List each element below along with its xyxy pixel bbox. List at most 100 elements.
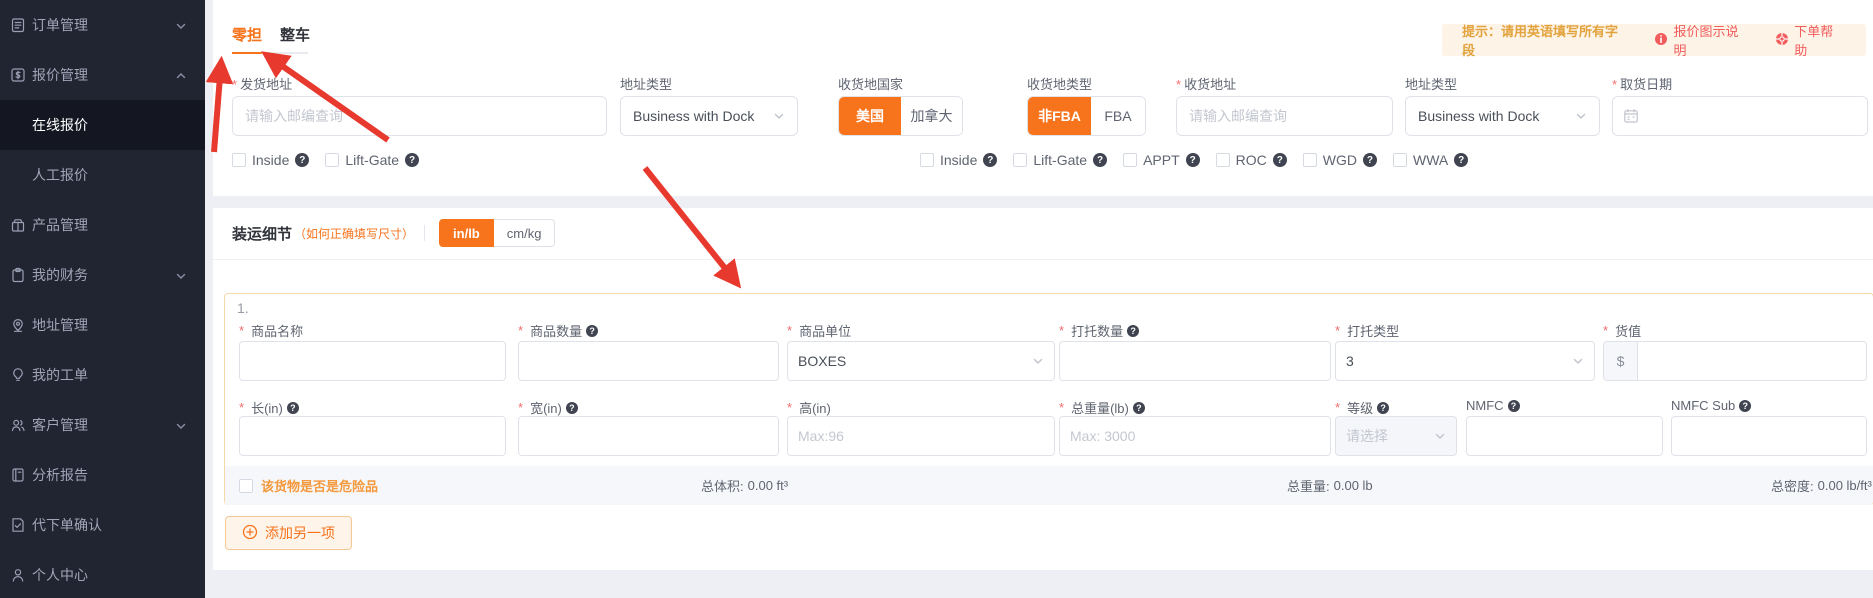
sidebar-item-label: 报价管理 (32, 65, 88, 85)
item-summary-bar: 该货物是否是危险品 总体积:0.00 ft³ 总重量:0.00 lb 总密度:0… (225, 466, 1873, 505)
chevron-down-icon (773, 110, 785, 122)
help-icon[interactable] (287, 402, 299, 414)
tab-ltl[interactable]: 零担 (232, 24, 262, 45)
help-icon[interactable] (1363, 153, 1377, 167)
sidebar-item-customers[interactable]: 客户管理 (0, 400, 205, 450)
sidebar-item-reports[interactable]: 分析报告 (0, 450, 205, 500)
sidebar-item-label: 我的工单 (32, 365, 88, 385)
liftgate-checkbox[interactable] (1013, 153, 1027, 167)
order-help-label: 下单帮助 (1794, 21, 1846, 59)
length-input[interactable] (239, 416, 506, 456)
unit-metric-button[interactable]: cm/kg (494, 219, 556, 247)
hazard-checkbox[interactable] (239, 479, 253, 493)
height-input[interactable] (787, 416, 1055, 456)
width-input[interactable] (518, 416, 779, 456)
help-icon[interactable] (1739, 400, 1751, 412)
wwa-label: WWA (1413, 152, 1448, 168)
sidebar-item-label: 订单管理 (32, 15, 88, 35)
item-qty-input[interactable] (518, 341, 779, 381)
nmfc-sub-label: NMFC Sub (1671, 398, 1751, 413)
non-fba-button[interactable]: 非FBA (1028, 97, 1091, 135)
class-select[interactable]: 请选择 (1335, 416, 1457, 456)
sidebar-item-quotes[interactable]: 报价管理 (0, 50, 205, 100)
origin-inside-option: Inside (232, 152, 309, 168)
help-icon[interactable] (405, 153, 419, 167)
pallet-qty-input[interactable] (1059, 341, 1331, 381)
sidebar-item-label: 分析报告 (32, 465, 88, 485)
chevron-down-icon (175, 269, 187, 285)
wgd-checkbox[interactable] (1303, 153, 1317, 167)
help-icon[interactable] (1508, 400, 1520, 412)
tab-active-underline (232, 52, 262, 54)
dest-wwa-option: WWA (1393, 152, 1468, 168)
help-icon[interactable] (1377, 402, 1389, 414)
help-icon[interactable] (1454, 153, 1468, 167)
nmfc-input[interactable] (1466, 416, 1663, 456)
sidebar-item-finance[interactable]: 我的财务 (0, 250, 205, 300)
help-icon[interactable] (1186, 153, 1200, 167)
origin-type-label: 地址类型 (620, 74, 672, 93)
country-ca-button[interactable]: 加拿大 (901, 97, 962, 135)
pickup-date-label: 取货日期 (1612, 74, 1672, 93)
tab-ftl[interactable]: 整车 (280, 24, 310, 45)
document-check-icon (10, 517, 26, 533)
unit-imperial-button[interactable]: in/lb (439, 219, 494, 247)
sidebar-item-orders[interactable]: 订单管理 (0, 0, 205, 50)
shipment-title: 装运细节 (232, 223, 292, 244)
add-item-label: 添加另一项 (265, 523, 335, 543)
item-number: 1. (237, 300, 249, 316)
help-icon[interactable] (983, 153, 997, 167)
item-unit-select[interactable]: BOXES (787, 341, 1055, 381)
appt-checkbox[interactable] (1123, 153, 1137, 167)
sidebar-item-manual-quote[interactable]: 人工报价 (0, 150, 205, 200)
inside-checkbox[interactable] (920, 153, 934, 167)
help-icon[interactable] (1127, 325, 1139, 337)
sidebar-item-addresses[interactable]: 地址管理 (0, 300, 205, 350)
dest-type-select[interactable]: Business with Dock (1405, 96, 1600, 136)
chevron-down-icon (175, 419, 187, 435)
fba-button[interactable]: FBA (1091, 97, 1145, 135)
sidebar-item-products[interactable]: 产品管理 (0, 200, 205, 250)
length-label: 长(in) (239, 398, 299, 417)
roc-checkbox[interactable] (1216, 153, 1230, 167)
cargo-value-input[interactable] (1638, 342, 1866, 380)
origin-type-select[interactable]: Business with Dock (620, 96, 798, 136)
wwa-checkbox[interactable] (1393, 153, 1407, 167)
quote-legend-link[interactable]: 报价图示说明 (1654, 21, 1751, 59)
currency-prefix: $ (1604, 342, 1638, 380)
help-icon[interactable] (1273, 153, 1287, 167)
total-density: 总密度:0.00 lb/ft³ (1771, 466, 1872, 505)
dest-kind-label: 收货地类型 (1027, 74, 1092, 93)
sidebar-item-tickets[interactable]: 我的工单 (0, 350, 205, 400)
sidebar-item-order-confirm[interactable]: 代下单确认 (0, 500, 205, 550)
pickup-date-input[interactable] (1612, 96, 1868, 136)
sidebar-item-profile[interactable]: 个人中心 (0, 550, 205, 598)
item-name-input[interactable] (239, 341, 506, 381)
liftgate-checkbox[interactable] (325, 153, 339, 167)
weight-input[interactable] (1059, 416, 1331, 456)
add-item-button[interactable]: 添加另一项 (225, 516, 352, 550)
order-help-link[interactable]: 下单帮助 (1775, 21, 1846, 59)
chevron-down-icon (1572, 355, 1584, 367)
dest-roc-option: ROC (1216, 152, 1287, 168)
map-pin-icon (10, 317, 26, 333)
origin-address-input[interactable] (232, 96, 607, 136)
cargo-value-field: $ (1603, 341, 1867, 381)
cargo-item-card: 1. 商品名称 商品数量 商品单位 打托数量 打托类型 货值 BOXES 3 $ (224, 293, 1873, 505)
inside-checkbox[interactable] (232, 153, 246, 167)
sidebar-item-online-quote[interactable]: 在线报价 (0, 100, 205, 150)
dest-address-input[interactable] (1176, 96, 1393, 136)
help-icon[interactable] (586, 325, 598, 337)
pallet-type-select[interactable]: 3 (1335, 341, 1595, 381)
help-icon[interactable] (295, 153, 309, 167)
size-help-link[interactable]: （如何正确填写尺寸） (294, 225, 414, 242)
help-icon[interactable] (566, 402, 578, 414)
help-icon[interactable] (1093, 153, 1107, 167)
nmfc-sub-input[interactable] (1671, 416, 1867, 456)
users-icon (10, 417, 26, 433)
height-label: 高(in) (787, 398, 831, 417)
liftgate-label: Lift-Gate (1033, 152, 1087, 168)
country-us-button[interactable]: 美国 (839, 97, 901, 135)
help-icon[interactable] (1133, 402, 1145, 414)
quote-dollar-icon (10, 67, 26, 83)
